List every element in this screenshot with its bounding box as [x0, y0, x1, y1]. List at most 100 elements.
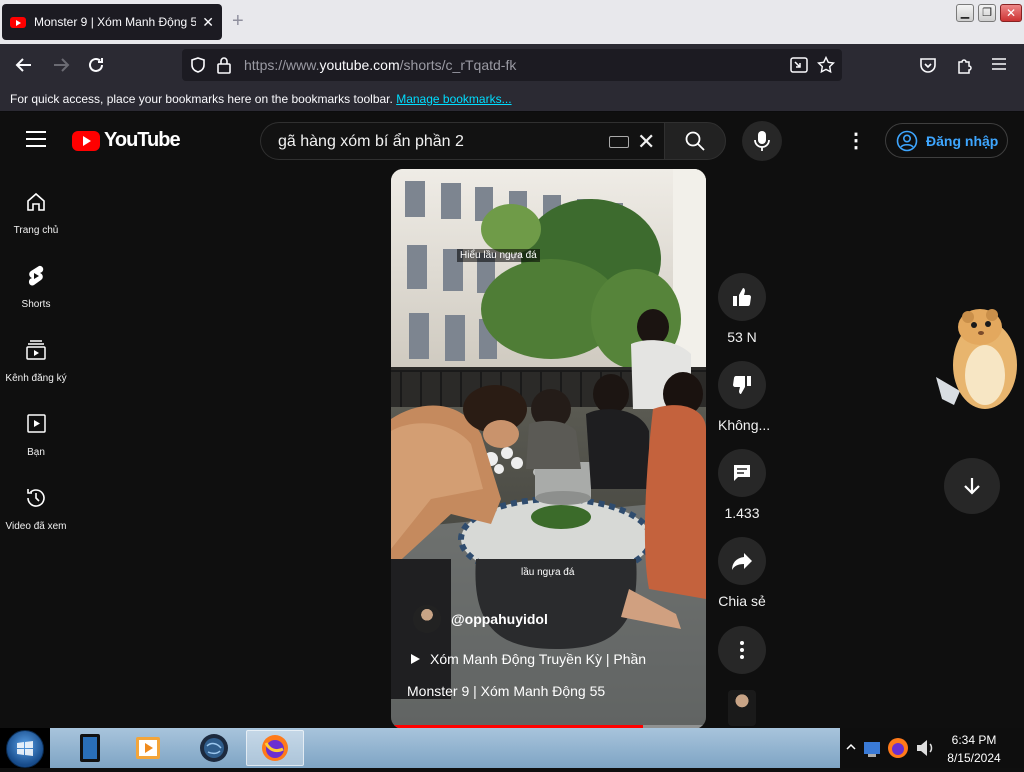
url-bar[interactable]: https://www.youtube.com/shorts/c_rTqatd-…	[182, 49, 842, 81]
shorts-video-player[interactable]: Hiểu lầu ngựa đá lầu ngựa đá @oppahuyido…	[391, 169, 706, 729]
search-icon	[685, 131, 705, 151]
bookmarks-toolbar: For quick access, place your bookmarks h…	[0, 86, 1024, 112]
reload-icon[interactable]	[85, 54, 107, 76]
sidebar-item-home[interactable]: Trang chủ	[0, 190, 72, 236]
back-icon[interactable]	[13, 54, 35, 76]
start-button-icon[interactable]	[6, 730, 44, 768]
search-input[interactable]: gã hàng xóm bí ẩn phần 2 ✕	[260, 122, 664, 160]
shield-icon[interactable]	[189, 56, 207, 74]
sidebar-item-label: Kênh đăng ký	[5, 373, 67, 384]
lock-icon[interactable]	[216, 56, 232, 74]
bookmark-star-icon[interactable]	[817, 56, 835, 74]
arrow-down-icon	[964, 478, 980, 495]
sound-avatar-thumbnail[interactable]	[728, 690, 756, 726]
forward-icon[interactable]	[50, 54, 72, 76]
share-label: Chia sẻ	[718, 593, 766, 609]
history-icon	[27, 489, 45, 507]
sidebar-item-label: Video đã xem	[5, 521, 67, 532]
youtube-favicon-icon	[10, 16, 26, 28]
taskbar-clock-time[interactable]: 6:34 PM	[944, 733, 1004, 747]
video-caption-top: Hiểu lầu ngựa đá	[457, 249, 540, 262]
thumbs-up-icon	[733, 288, 751, 306]
tab-close-icon[interactable]: ✕	[202, 14, 214, 31]
sidebar-item-label: Bạn	[27, 447, 45, 458]
tab-title: Monster 9 | Xóm Manh Động 55	[34, 15, 197, 29]
search-button[interactable]	[664, 122, 726, 160]
playlist-link[interactable]: Xóm Manh Động Truyền Kỳ | Phần	[411, 651, 646, 667]
tray-volume-icon[interactable]	[914, 736, 936, 760]
sidebar-item-subscriptions[interactable]: Kênh đăng ký	[0, 338, 72, 384]
dislike-action[interactable]: Không...	[718, 361, 771, 433]
tray-expand-icon[interactable]	[846, 742, 856, 752]
sign-in-label: Đăng nhập	[926, 132, 999, 149]
minimize-icon[interactable]: ▁	[956, 4, 974, 22]
taskbar-media-player-icon[interactable]	[120, 730, 176, 766]
channel-info[interactable]: @oppahuyidol	[413, 605, 548, 633]
video-caption-bottom: lầu ngựa đá	[521, 567, 575, 578]
bookmarks-message: For quick access, place your bookmarks h…	[10, 92, 512, 106]
channel-name[interactable]: @oppahuyidol	[451, 611, 548, 627]
taskbar-tablet-app-icon[interactable]	[62, 730, 118, 766]
sign-in-button[interactable]: Đăng nhập	[885, 123, 1008, 158]
sidebar-item-label: Shorts	[21, 299, 51, 310]
comment-count: 1.433	[724, 505, 760, 521]
comment-icon	[734, 465, 750, 481]
subscriptions-icon	[26, 340, 46, 360]
sidebar-item-history[interactable]: Video đã xem	[0, 486, 72, 532]
browser-tab-bar: Monster 9 | Xóm Manh Động 55 ✕ + ▁ ❐ ✕	[0, 0, 1024, 44]
share-action[interactable]: Chia sẻ	[718, 537, 766, 609]
youtube-logo-text[interactable]: YouTube	[104, 129, 181, 152]
shorts-icon	[28, 265, 44, 286]
sidebar-item-you[interactable]: Bạn	[0, 412, 72, 458]
share-button[interactable]	[718, 537, 766, 585]
voice-search-button[interactable]	[742, 121, 782, 161]
like-count: 53 N	[727, 329, 757, 345]
restore-icon[interactable]: ❐	[978, 4, 996, 22]
comment-button[interactable]	[718, 449, 766, 497]
search-query-text[interactable]: gã hàng xóm bí ẩn phần 2	[278, 133, 464, 151]
new-tab-icon[interactable]: +	[232, 10, 244, 33]
browser-nav-bar: https://www.youtube.com/shorts/c_rTqatd-…	[0, 44, 1024, 86]
manage-bookmarks-link[interactable]: Manage bookmarks...	[396, 92, 511, 106]
clear-search-icon[interactable]: ✕	[637, 129, 655, 155]
microphone-icon	[754, 131, 770, 151]
dislike-button[interactable]	[718, 361, 766, 409]
comment-action[interactable]: 1.433	[718, 449, 766, 521]
settings-more-icon[interactable]: ⋮	[846, 130, 866, 152]
keyboard-icon[interactable]	[609, 136, 629, 148]
thumbs-down-icon	[733, 376, 751, 394]
hamster-desktop-pet-icon[interactable]	[930, 305, 1020, 417]
youtube-logo-icon[interactable]	[72, 131, 100, 151]
channel-avatar[interactable]	[413, 605, 441, 633]
guide-menu-icon[interactable]	[26, 131, 46, 147]
sidebar-item-shorts[interactable]: Shorts	[0, 264, 72, 310]
sidebar-item-label: Trang chủ	[13, 225, 59, 236]
taskbar-globe-app-icon[interactable]	[186, 730, 242, 766]
playlist-title[interactable]: Xóm Manh Động Truyền Kỳ | Phần	[430, 651, 646, 667]
like-button[interactable]	[718, 273, 766, 321]
dislike-label: Không...	[718, 417, 771, 433]
taskbar-clock-date[interactable]: 8/15/2024	[940, 751, 1008, 765]
home-icon	[27, 192, 45, 211]
app-menu-icon[interactable]	[991, 57, 1007, 71]
more-vertical-icon	[740, 641, 744, 659]
url-text[interactable]: https://www.youtube.com/shorts/c_rTqatd-…	[244, 57, 516, 73]
taskbar-firefox-icon[interactable]	[246, 730, 304, 766]
account-icon	[896, 130, 918, 151]
video-title[interactable]: Monster 9 | Xóm Manh Động 55	[407, 683, 605, 699]
pocket-icon[interactable]	[919, 56, 937, 74]
play-icon	[411, 654, 420, 664]
window-close-icon[interactable]: ✕	[1000, 4, 1022, 22]
browser-tab-active[interactable]: Monster 9 | Xóm Manh Động 55 ✕	[2, 4, 222, 40]
like-action[interactable]: 53 N	[718, 273, 766, 345]
share-icon	[732, 553, 752, 570]
extensions-icon[interactable]	[955, 55, 975, 75]
tray-firefox-icon[interactable]	[886, 736, 910, 760]
next-video-button[interactable]	[944, 458, 1000, 514]
picture-in-picture-icon[interactable]	[790, 57, 808, 73]
more-action[interactable]	[718, 626, 766, 674]
tray-network-icon[interactable]	[862, 736, 882, 760]
you-icon	[27, 414, 46, 433]
more-options-button[interactable]	[718, 626, 766, 674]
video-frame-image	[391, 169, 706, 729]
